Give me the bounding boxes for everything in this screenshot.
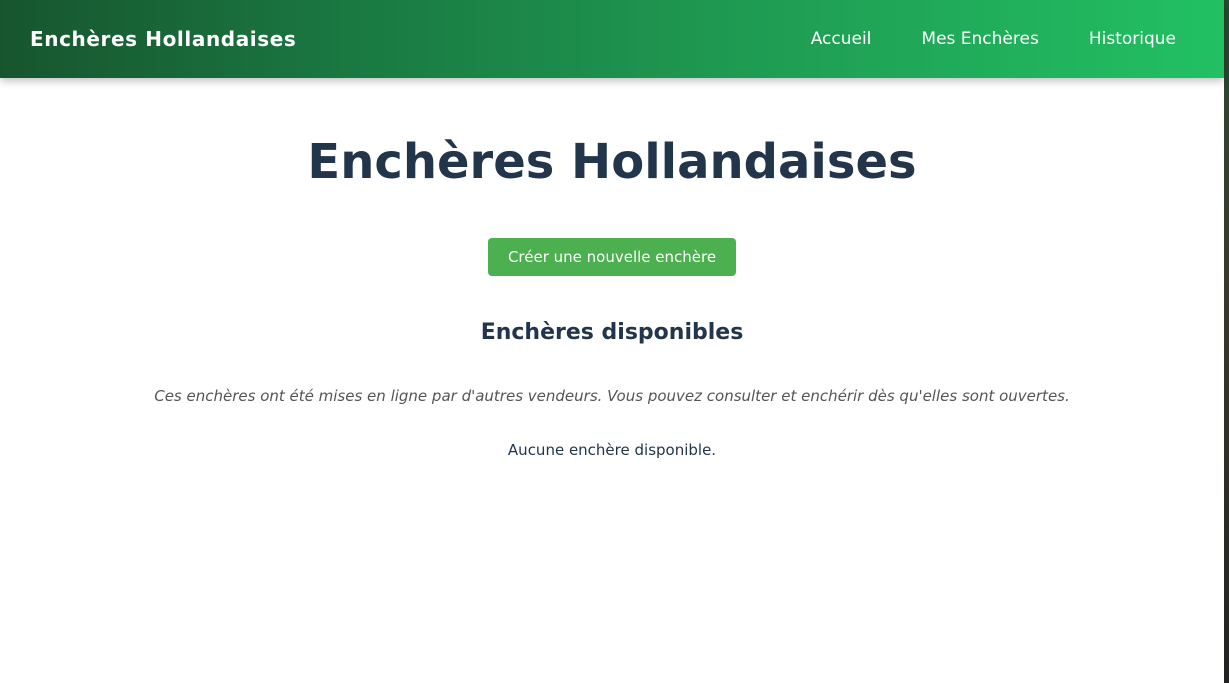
page: Enchères Hollandaises Accueil Mes Enchèr… xyxy=(0,0,1229,683)
available-auctions-heading: Enchères disponibles xyxy=(480,320,744,345)
navbar: Enchères Hollandaises Accueil Mes Enchèr… xyxy=(0,0,1224,78)
nav-link-historique[interactable]: Historique xyxy=(1089,29,1176,49)
window-edge-strip xyxy=(1224,0,1229,683)
nav-link-mes-encheres[interactable]: Mes Enchères xyxy=(921,29,1038,49)
info-text: Ces enchères ont été mises en ligne par … xyxy=(154,387,1070,405)
nav-link-accueil[interactable]: Accueil xyxy=(811,29,872,49)
create-auction-button[interactable]: Créer une nouvelle enchère xyxy=(487,238,737,276)
brand-logo-link[interactable]: Enchères Hollandaises xyxy=(30,27,296,51)
nav-links: Accueil Mes Enchères Historique xyxy=(761,29,1176,49)
page-title: Enchères Hollandaises xyxy=(307,134,917,190)
empty-state-text: Aucune enchère disponible. xyxy=(507,441,717,459)
main-content: Enchères Hollandaises Créer une nouvelle… xyxy=(0,78,1224,459)
